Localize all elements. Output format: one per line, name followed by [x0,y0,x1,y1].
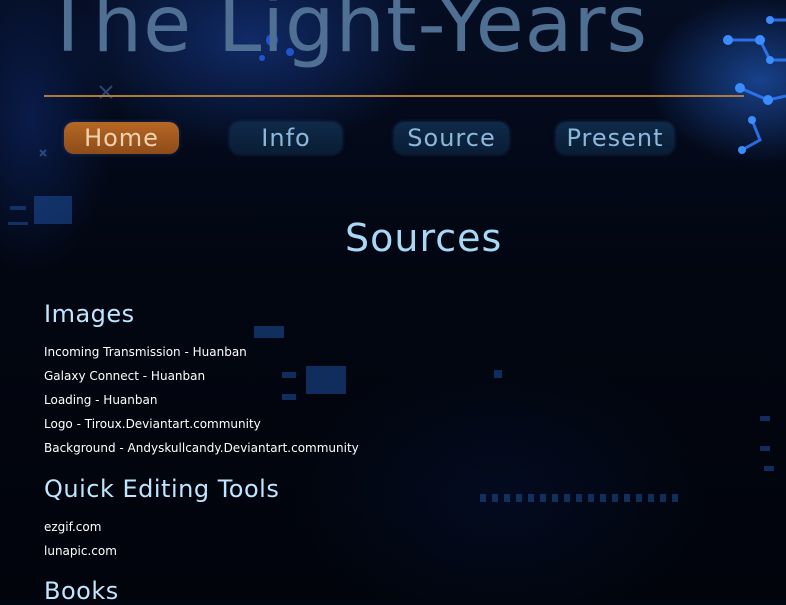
list-item: Logo - Tiroux.Deviantart.community [44,417,261,431]
list-item: ezgif.com [44,520,102,534]
main-nav: Home Info Source Present [44,122,744,156]
list-item: Background - Andyskullcandy.Deviantart.c… [44,441,359,455]
page-title: Sources [345,216,503,260]
list-item: Galaxy Connect - Huanban [44,369,206,383]
section-heading-images: Images [44,300,135,328]
nav-info-button[interactable]: Info [230,122,342,154]
list-item: Loading - Huanban [44,393,158,407]
section-heading-quick-editing-tools: Quick Editing Tools [44,475,280,503]
section-heading-books: Books [44,577,119,605]
title-divider [44,95,744,97]
nav-home-button[interactable]: Home [64,122,179,154]
list-item: Incoming Transmission - Huanban [44,345,247,359]
nav-present-button[interactable]: Present [556,122,674,154]
site-title: The Light-Years [44,0,649,70]
list-item: lunapic.com [44,544,117,558]
nav-source-button[interactable]: Source [394,122,509,154]
